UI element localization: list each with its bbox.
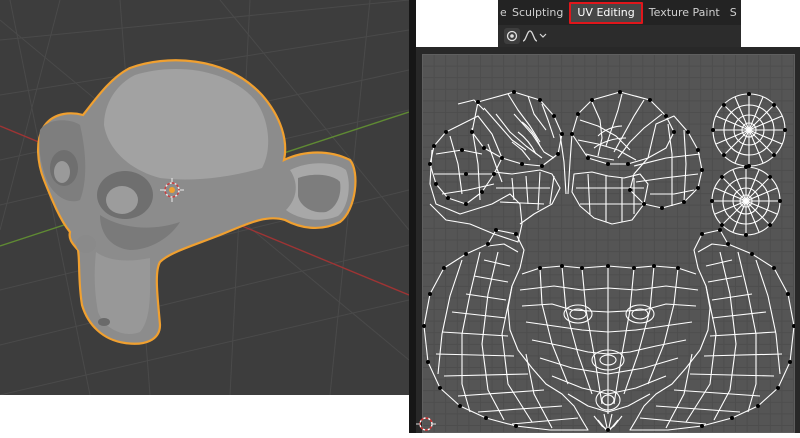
uv-island-right-head[interactable] [571,91,703,209]
uv-island-lower-head[interactable] [423,229,795,433]
blank-region [0,395,409,433]
3d-viewport[interactable] [0,0,409,395]
blank-region [416,0,498,47]
workspace-tabs: eling Sculpting UV Editing Texture Paint… [498,0,741,25]
pivot-point-icon[interactable] [504,28,520,44]
uv-island-right-face[interactable] [571,171,649,225]
uv-header-toolbar [498,25,741,47]
uv-island-left-head[interactable] [429,91,563,205]
uv-canvas[interactable] [422,54,795,433]
blank-region [741,0,800,47]
viewport-scene [0,0,409,395]
area-divider[interactable] [409,0,416,433]
suzanne-mesh[interactable] [37,59,357,345]
falloff-curve-icon[interactable] [522,28,548,44]
tab-shading[interactable]: S [726,2,741,24]
uv-islands[interactable] [422,54,795,433]
chevron-down-icon [539,33,547,38]
uv-island-center[interactable] [559,133,573,195]
tab-texture-paint[interactable]: Texture Paint [643,2,726,24]
tab-sculpting[interactable]: Sculpting [506,2,569,24]
2d-cursor-icon[interactable] [416,414,436,438]
tab-modeling[interactable]: eling [498,2,506,24]
tab-uv-editing[interactable]: UV Editing [569,1,643,24]
